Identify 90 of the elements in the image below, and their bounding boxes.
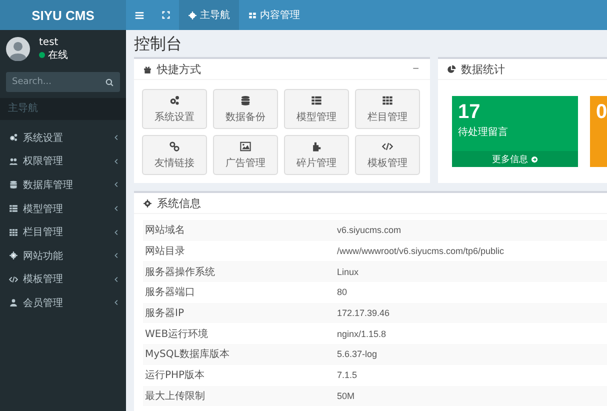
menu-label: 网站功能: [23, 250, 64, 263]
shortcut-tile[interactable]: 数据备份: [213, 89, 278, 129]
table-cell-text: 网站目录: [144, 244, 186, 258]
gears-icon: [9, 133, 18, 142]
table-cell-text: 7.1.5: [337, 370, 358, 380]
chevron-left-icon: [113, 134, 120, 142]
sidebar-item[interactable]: 模型管理: [0, 196, 126, 220]
table-cell-text: 网站域名: [144, 224, 186, 238]
panel-title: 快捷方式: [157, 62, 202, 76]
chevron-left-icon: [113, 276, 120, 283]
panel-title: 系统信息: [157, 196, 202, 210]
sidebar-item[interactable]: 栏目管理: [0, 220, 126, 244]
gift-icon: [143, 64, 152, 74]
grid-icon: [382, 94, 393, 106]
search-button[interactable]: [99, 72, 120, 92]
section-header: 主导航: [0, 98, 126, 120]
more-info-link[interactable]: 更多信息: [452, 151, 578, 167]
shortcut-tile[interactable]: 系统设置: [142, 89, 207, 129]
panel-title: 数据统计: [461, 62, 506, 76]
chevron-left-icon: [113, 252, 120, 260]
table-cell-text: v6.siyucms.com: [337, 225, 402, 236]
database-icon: [9, 180, 18, 190]
collapse-button[interactable]: −: [410, 63, 421, 75]
list-icon: [311, 94, 322, 106]
code-icon: [9, 274, 18, 284]
shortcut-tile[interactable]: 友情链接: [142, 135, 207, 175]
table-cell-text: 172.17.39.46: [337, 308, 391, 318]
search-icon: [105, 78, 114, 86]
menu-label: 会员管理: [23, 296, 64, 310]
nav-tab[interactable]: 内容管理: [239, 0, 309, 30]
table-cell-text: 服务器操作系统: [144, 266, 216, 279]
code-icon: [382, 140, 393, 152]
chevron-left-icon: [113, 158, 120, 165]
pie-chart-icon: [447, 64, 456, 74]
table-cell-text: /www/wwwroot/v6.siyucms.com/tp6/public: [337, 246, 506, 256]
shortcut-tile[interactable]: 模板管理: [355, 135, 420, 175]
image-icon: [240, 140, 251, 152]
user-name: test: [39, 36, 60, 48]
puzzle-icon: [311, 140, 322, 152]
chevron-left-icon: [113, 228, 120, 236]
avatar-icon: [6, 37, 30, 61]
menu-label: 模型管理: [23, 202, 64, 216]
sidebar-item[interactable]: 会员管理: [0, 291, 126, 315]
menu-label: 数据库管理: [23, 178, 74, 192]
menu-label: 栏目管理: [23, 226, 64, 240]
table-cell-text: WEB运行环境: [144, 328, 210, 341]
gears-icon: [169, 94, 180, 106]
table-cell-text: nginx/1.15.8: [337, 328, 388, 339]
grid-icon: [248, 10, 257, 20]
shortcut-tile[interactable]: 碎片管理: [284, 135, 349, 175]
arrow-circle-icon: [531, 156, 538, 162]
shortcut-tile[interactable]: 栏目管理: [355, 89, 420, 129]
table-cell-text: 服务器IP: [144, 307, 185, 320]
status-text: 在线: [48, 48, 68, 62]
stat-value: 0: [596, 101, 607, 123]
table-cell-text: 5.6.37-log: [337, 349, 378, 360]
shortcut-tile[interactable]: 广告管理: [213, 135, 278, 175]
expand-icon: [161, 10, 171, 20]
menu-icon: [134, 10, 145, 20]
database-icon: [240, 94, 251, 106]
brand-logo[interactable]: SIYU CMS: [0, 0, 126, 30]
sidebar-item[interactable]: 系统设置: [0, 126, 126, 150]
shortcut-tile[interactable]: 模型管理: [284, 89, 349, 129]
menu-label: 系统设置: [23, 132, 64, 145]
table-cell-text: MySQL数据库版本: [144, 348, 230, 362]
sidebar-item[interactable]: 权限管理: [0, 150, 126, 174]
table-cell-text: Linux: [337, 266, 360, 277]
nav-tab[interactable]: 主导航: [179, 0, 239, 30]
stat-value: 17: [458, 101, 482, 123]
table-cell-text: 80: [337, 287, 348, 298]
search-field[interactable]: Search...: [6, 72, 99, 92]
sidebar-item[interactable]: 模板管理: [0, 268, 126, 292]
table-cell-text: 50M: [337, 390, 356, 401]
table-cell-text: 服务器端口: [144, 286, 196, 300]
page-title: 控制台: [134, 34, 183, 54]
chevron-left-icon: [113, 205, 120, 212]
chevron-left-icon: [113, 181, 120, 188]
users-icon: [9, 156, 18, 166]
sidebar-item[interactable]: 数据库管理: [0, 173, 126, 197]
menu-label: 模板管理: [23, 272, 64, 286]
table-cell-text: 最大上传限制: [144, 390, 206, 403]
grid-icon: [9, 228, 18, 237]
menu-label: 权限管理: [23, 154, 64, 168]
sidebar-item[interactable]: 网站功能: [0, 244, 126, 268]
stat-label: 待处理留言: [458, 126, 509, 139]
list-icon: [9, 204, 18, 214]
chevron-left-icon: [113, 299, 120, 306]
link-icon: [169, 140, 180, 152]
table-cell-text: 运行PHP版本: [144, 368, 206, 382]
person-icon: [9, 298, 18, 308]
